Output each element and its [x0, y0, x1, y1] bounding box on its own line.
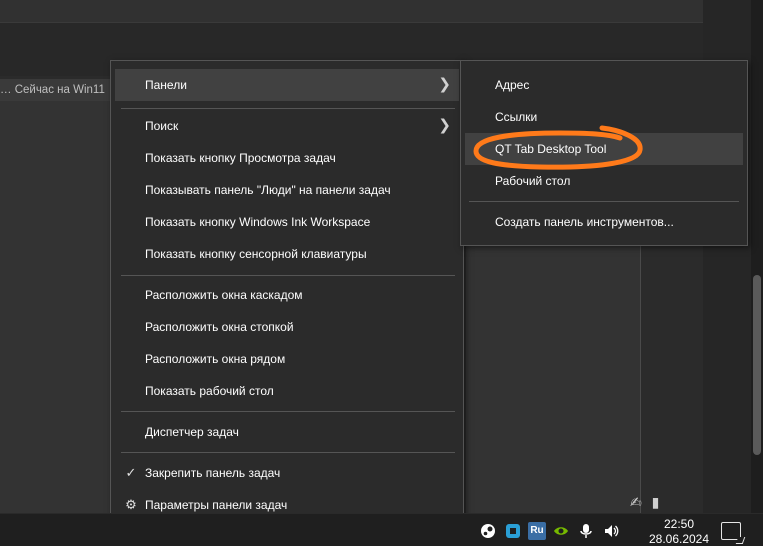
menu-item-label: Закрепить панель задач — [145, 466, 281, 480]
desktop-icons: ✍ ▮ — [630, 494, 670, 512]
menu-item-label: Показать кнопку сенсорной клавиатуры — [145, 247, 367, 261]
menu-item-cascade[interactable]: Расположить окна каскадом — [115, 279, 459, 311]
menu-item-lock-taskbar[interactable]: ✓ Закрепить панель задач — [115, 457, 459, 489]
menu-separator — [121, 411, 455, 412]
submenu-item-label: Ссылки — [495, 110, 538, 124]
menu-item-show-touch-keyboard[interactable]: Показать кнопку сенсорной клавиатуры — [115, 238, 459, 270]
menu-separator — [121, 452, 455, 453]
microphone-icon[interactable] — [576, 521, 596, 541]
background-panel — [466, 246, 641, 513]
panels-submenu: Адрес Ссылки QT Tab Desktop Tool Рабочий… — [460, 60, 748, 246]
submenu-item-qt-tab-desktop-tool[interactable]: QT Tab Desktop Tool — [465, 133, 743, 165]
chevron-right-icon: ❯ — [438, 117, 451, 134]
background-panel — [0, 101, 110, 513]
submenu-item-label: Создать панель инструментов... — [495, 215, 674, 229]
menu-item-side-by-side[interactable]: Расположить окна рядом — [115, 343, 459, 375]
nvidia-icon[interactable] — [551, 521, 571, 541]
volume-icon[interactable] — [601, 521, 621, 541]
menu-item-label: Показать кнопку Просмотра задач — [145, 151, 336, 165]
menu-item-show-ink-workspace[interactable]: Показать кнопку Windows Ink Workspace — [115, 206, 459, 238]
menu-separator — [121, 275, 455, 276]
chevron-right-icon: ❯ — [438, 76, 451, 93]
clock-date: 28.06.2024 — [648, 532, 710, 546]
menu-separator — [121, 108, 455, 109]
menu-item-label: Расположить окна рядом — [145, 352, 286, 366]
menu-item-show-people[interactable]: Показывать панель "Люди" на панели задач — [115, 174, 459, 206]
checkmark-icon: ✓ — [125, 465, 137, 480]
background-panel — [641, 246, 703, 513]
background-tab-text: … Сейчас на Win11 — [0, 79, 110, 101]
usb-icon: ▮ — [651, 494, 660, 510]
clock[interactable]: 22:50 28.06.2024 — [648, 517, 710, 546]
scrollbar[interactable] — [751, 0, 763, 513]
submenu-separator — [469, 201, 739, 202]
clock-time: 22:50 — [663, 517, 695, 531]
menu-item-panels[interactable]: Панели ❯ — [115, 69, 459, 101]
menu-item-label: Диспетчер задач — [145, 425, 239, 439]
steam-icon[interactable] — [478, 521, 498, 541]
background-toolbar — [0, 0, 703, 23]
menu-item-search[interactable]: Поиск ❯ — [115, 110, 459, 142]
submenu-item-address[interactable]: Адрес — [465, 69, 743, 101]
menu-item-show-task-view[interactable]: Показать кнопку Просмотра задач — [115, 142, 459, 174]
scrollbar-thumb[interactable] — [753, 275, 761, 455]
menu-item-label: Расположить окна каскадом — [145, 288, 303, 302]
submenu-item-label: QT Tab Desktop Tool — [495, 142, 607, 156]
menu-item-label: Показать рабочий стол — [145, 384, 274, 398]
menu-item-label: Расположить окна стопкой — [145, 320, 294, 334]
taskbar: Ru 22:50 28.06.2024 — [0, 513, 763, 546]
menu-item-label: Параметры панели задач — [145, 498, 288, 512]
submenu-item-desktop[interactable]: Рабочий стол — [465, 165, 743, 197]
system-tray: Ru — [478, 514, 621, 546]
submenu-item-label: Адрес — [495, 78, 530, 92]
notification-icon[interactable] — [721, 522, 741, 540]
menu-item-label: Показать кнопку Windows Ink Workspace — [145, 215, 371, 229]
document-icon: ✍ — [630, 494, 642, 510]
menu-item-show-desktop[interactable]: Показать рабочий стол — [115, 375, 459, 407]
submenu-item-links[interactable]: Ссылки — [465, 101, 743, 133]
menu-item-stack[interactable]: Расположить окна стопкой — [115, 311, 459, 343]
menu-item-label: Панели — [145, 78, 187, 92]
taskbar-context-menu: Панели ❯ Поиск ❯ Показать кнопку Просмот… — [110, 60, 464, 527]
menu-item-task-manager[interactable]: Диспетчер задач — [115, 416, 459, 448]
submenu-item-new-toolbar[interactable]: Создать панель инструментов... — [465, 206, 743, 238]
app-icon[interactable] — [503, 521, 523, 541]
language-icon[interactable]: Ru — [528, 521, 546, 540]
menu-item-label: Поиск — [145, 119, 179, 133]
submenu-item-label: Рабочий стол — [495, 174, 571, 188]
menu-item-label: Показывать панель "Люди" на панели задач — [145, 183, 391, 197]
